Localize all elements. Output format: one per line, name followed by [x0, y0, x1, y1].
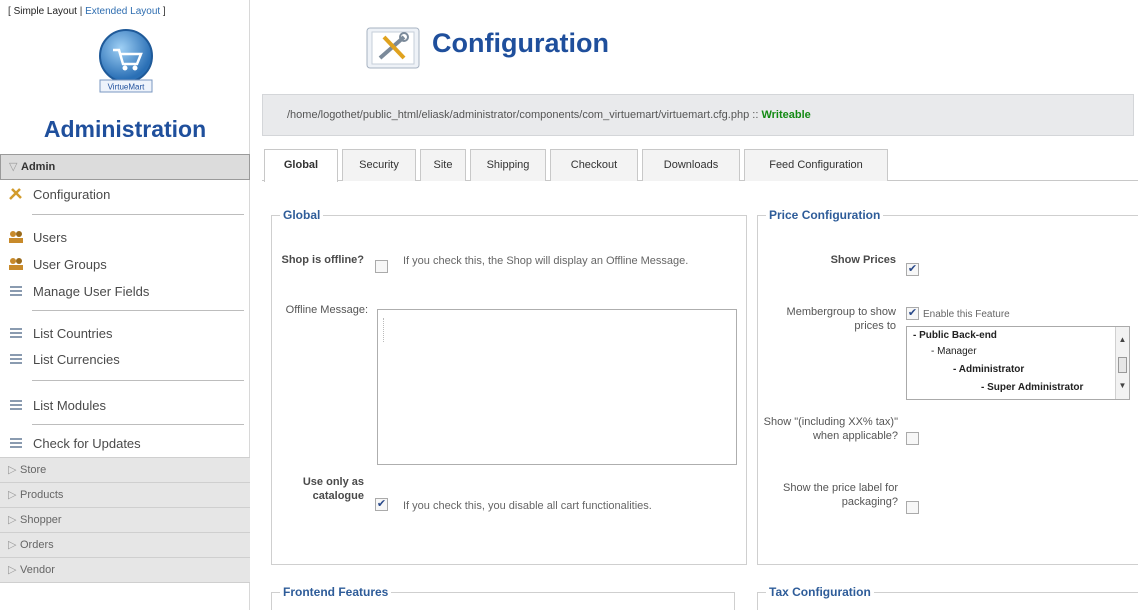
price-label-label: Show the price label for packaging? [783, 482, 898, 508]
config-path-bar: /home/logothet/public_html/eliask/admini… [262, 94, 1134, 136]
chevron-right-icon: ▷ [8, 489, 17, 501]
tab-feed-configuration[interactable]: Feed Configuration [744, 149, 888, 181]
writeable-status: Writeable [761, 109, 811, 121]
tab-shipping[interactable]: Shipping [470, 149, 546, 181]
sidebar-section-admin[interactable]: ▽ Admin [0, 154, 250, 180]
catalogue-hint: If you check this, you disable all cart … [403, 500, 652, 512]
group-option[interactable]: - Public Back-end [913, 330, 997, 342]
price-configuration-fieldset: Price Configuration Show Prices ✔ Member… [757, 208, 1138, 565]
frontend-features-legend: Frontend Features [280, 585, 392, 599]
tab-global[interactable]: Global [264, 149, 338, 182]
sidebar-item-check-updates[interactable]: Check for Updates [8, 434, 244, 454]
config-tabs: Global Security Site Shipping Checkout D… [262, 146, 1138, 182]
list-icon [10, 354, 22, 364]
global-fieldset: Global Shop is offline? If you check thi… [271, 208, 747, 565]
membergroup-label: Membergroup to show prices to [786, 306, 896, 332]
sidebar-divider [32, 214, 244, 215]
list-icon [10, 400, 22, 410]
frontend-features-fieldset: Frontend Features [271, 585, 735, 610]
virtuemart-logo: VirtueMart [99, 29, 153, 93]
tax-configuration-fieldset: Tax Configuration [757, 585, 1138, 610]
sidebar-item-user-groups[interactable]: User Groups [8, 255, 244, 275]
sidebar-item-list-countries[interactable]: List Countries [8, 324, 244, 344]
scroll-thumb[interactable] [1118, 357, 1127, 373]
chevron-right-icon: ▷ [8, 539, 17, 551]
sidebar-section-store[interactable]: ▷ Store [0, 457, 250, 483]
sidebar-section-products[interactable]: ▷ Products [0, 482, 250, 508]
config-file-path: /home/logothet/public_html/eliask/admini… [287, 109, 750, 121]
catalogue-checkbox[interactable]: ✔ [375, 498, 388, 511]
administration-title: Administration [43, 116, 207, 142]
offline-message-textarea[interactable] [377, 309, 737, 465]
show-prices-checkbox[interactable]: ✔ [906, 263, 919, 276]
chevron-right-icon: ▷ [8, 564, 17, 576]
sidebar-item-list-currencies[interactable]: List Currencies [8, 350, 244, 370]
offline-message-label: Offline Message: [285, 304, 368, 316]
show-prices-label: Show Prices [830, 254, 896, 266]
group-option[interactable]: - Super Administrator [981, 382, 1083, 394]
simple-layout-link[interactable]: Simple Layout [14, 6, 77, 17]
tab-downloads[interactable]: Downloads [642, 149, 740, 181]
sidebar-item-list-modules[interactable]: List Modules [8, 396, 244, 416]
group-option[interactable]: - Administrator [953, 364, 1024, 376]
tax-configuration-legend: Tax Configuration [766, 585, 874, 599]
list-icon [10, 286, 22, 296]
list-icon [10, 328, 22, 338]
price-configuration-legend: Price Configuration [766, 208, 884, 222]
layout-switch: [ Simple Layout | Extended Layout ] [8, 6, 166, 17]
enable-feature-label: Enable this Feature [923, 309, 1010, 320]
global-legend: Global [280, 208, 324, 222]
sidebar-item-manage-user-fields[interactable]: Manage User Fields [8, 282, 244, 302]
membergroup-scrollbar[interactable]: ▲ ▼ [1115, 327, 1129, 399]
tab-security[interactable]: Security [342, 149, 416, 181]
page-title: Configuration [432, 28, 609, 58]
tab-site[interactable]: Site [420, 149, 466, 181]
tools-icon [9, 188, 22, 200]
price-label-checkbox[interactable] [906, 501, 919, 514]
catalogue-label: Use only as catalogue [302, 476, 364, 502]
extended-layout-link[interactable]: Extended Layout [85, 6, 160, 17]
sidebar-item-configuration[interactable]: Configuration [8, 185, 244, 205]
sidebar-divider [32, 424, 244, 425]
chevron-right-icon: ▷ [8, 514, 17, 526]
user-groups-icon [9, 258, 23, 270]
include-tax-label: Show "(including XX% tax)" when applicab… [763, 416, 898, 442]
shop-offline-checkbox[interactable] [375, 260, 388, 273]
configuration-icon [366, 27, 420, 69]
sidebar-item-users[interactable]: Users [8, 228, 244, 248]
chevron-right-icon: ▷ [8, 464, 17, 476]
sidebar-divider [32, 380, 244, 381]
chevron-down-icon: ▽ [9, 161, 18, 173]
sidebar-section-vendor[interactable]: ▷ Vendor [0, 557, 250, 583]
include-tax-checkbox[interactable] [906, 432, 919, 445]
sidebar: [ Simple Layout | Extended Layout ] Virt… [0, 0, 250, 610]
membergroup-enable-checkbox[interactable]: ✔ [906, 307, 919, 320]
tab-checkout[interactable]: Checkout [550, 149, 638, 181]
sidebar-section-shopper[interactable]: ▷ Shopper [0, 507, 250, 533]
users-icon [9, 231, 23, 243]
group-option[interactable]: - Manager [931, 346, 977, 358]
shop-offline-label: Shop is offline? [281, 254, 365, 266]
list-icon [10, 438, 22, 448]
membergroup-select[interactable]: - Public Back-end - Manager - Administra… [906, 326, 1130, 400]
scroll-up-icon[interactable]: ▲ [1116, 335, 1129, 344]
sidebar-section-orders[interactable]: ▷ Orders [0, 532, 250, 558]
scroll-down-icon[interactable]: ▼ [1116, 381, 1129, 390]
sidebar-divider [32, 310, 244, 311]
logo-text: VirtueMart [108, 83, 146, 92]
shop-offline-hint: If you check this, the Shop will display… [403, 255, 689, 267]
